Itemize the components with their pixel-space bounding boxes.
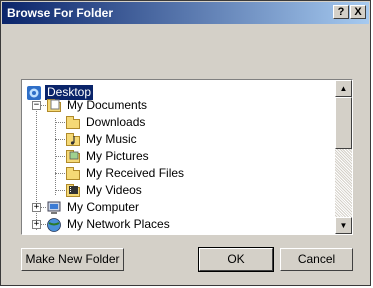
desktop-icon <box>26 85 42 101</box>
pictures-folder-icon <box>65 149 81 165</box>
network-icon <box>46 217 62 233</box>
tree-connector-line <box>55 122 65 123</box>
help-button[interactable]: ? <box>333 5 349 19</box>
folder-tree-content: Desktop − My Documents Downloads My Musi… <box>22 80 335 234</box>
scroll-track[interactable] <box>335 149 352 217</box>
collapse-toggle[interactable]: − <box>32 101 41 110</box>
close-button[interactable]: X <box>350 5 366 19</box>
make-new-folder-button[interactable]: Make New Folder <box>21 248 124 271</box>
scroll-down-button[interactable]: ▼ <box>335 217 352 234</box>
tree-item-label: My Computer <box>67 200 140 214</box>
expand-toggle[interactable]: + <box>32 203 41 212</box>
scroll-thumb[interactable] <box>335 97 352 149</box>
tree-item-my-received-files[interactable]: My Received Files <box>65 165 186 182</box>
scroll-up-button[interactable]: ▲ <box>335 80 352 97</box>
tree-item-my-videos[interactable]: My Videos <box>65 182 144 199</box>
vertical-scrollbar[interactable]: ▲ ▼ <box>335 80 352 234</box>
videos-folder-icon <box>65 183 81 199</box>
tree-item-my-documents[interactable]: My Documents <box>46 97 149 114</box>
ok-button[interactable]: OK <box>198 247 274 272</box>
tree-item-label: My Pictures <box>86 149 149 163</box>
documents-folder-icon <box>46 98 62 114</box>
tree-connector-line <box>55 139 65 140</box>
title-bar[interactable]: Browse For Folder ? X <box>2 2 369 24</box>
computer-icon <box>46 200 62 216</box>
tree-connector-line <box>55 173 65 174</box>
tree-item-label: Downloads <box>86 115 146 129</box>
window-title: Browse For Folder <box>7 6 114 20</box>
folder-icon <box>65 166 81 182</box>
tree-item-label: My Music <box>86 132 137 146</box>
cancel-button[interactable]: Cancel <box>280 248 353 271</box>
tree-connector-line <box>55 156 65 157</box>
tree-item-label: My Received Files <box>86 166 185 180</box>
folder-tree[interactable]: Desktop − My Documents Downloads My Musi… <box>21 79 353 235</box>
folder-icon <box>65 115 81 131</box>
tree-item-my-pictures[interactable]: My Pictures <box>65 148 151 165</box>
music-folder-icon <box>65 132 81 148</box>
tree-item-downloads[interactable]: Downloads <box>65 114 147 131</box>
tree-item-my-network-places[interactable]: My Network Places <box>46 216 172 233</box>
browse-for-folder-dialog: Browse For Folder ? X Desktop − My Docum… <box>0 0 371 286</box>
tree-item-label: My Videos <box>86 183 142 197</box>
tree-item-my-computer[interactable]: My Computer <box>46 199 141 216</box>
tree-item-label: My Documents <box>67 98 148 112</box>
expand-toggle[interactable]: + <box>32 220 41 229</box>
tree-item-label: My Network Places <box>67 217 170 231</box>
tree-connector-line <box>55 190 65 191</box>
tree-item-my-music[interactable]: My Music <box>65 131 139 148</box>
